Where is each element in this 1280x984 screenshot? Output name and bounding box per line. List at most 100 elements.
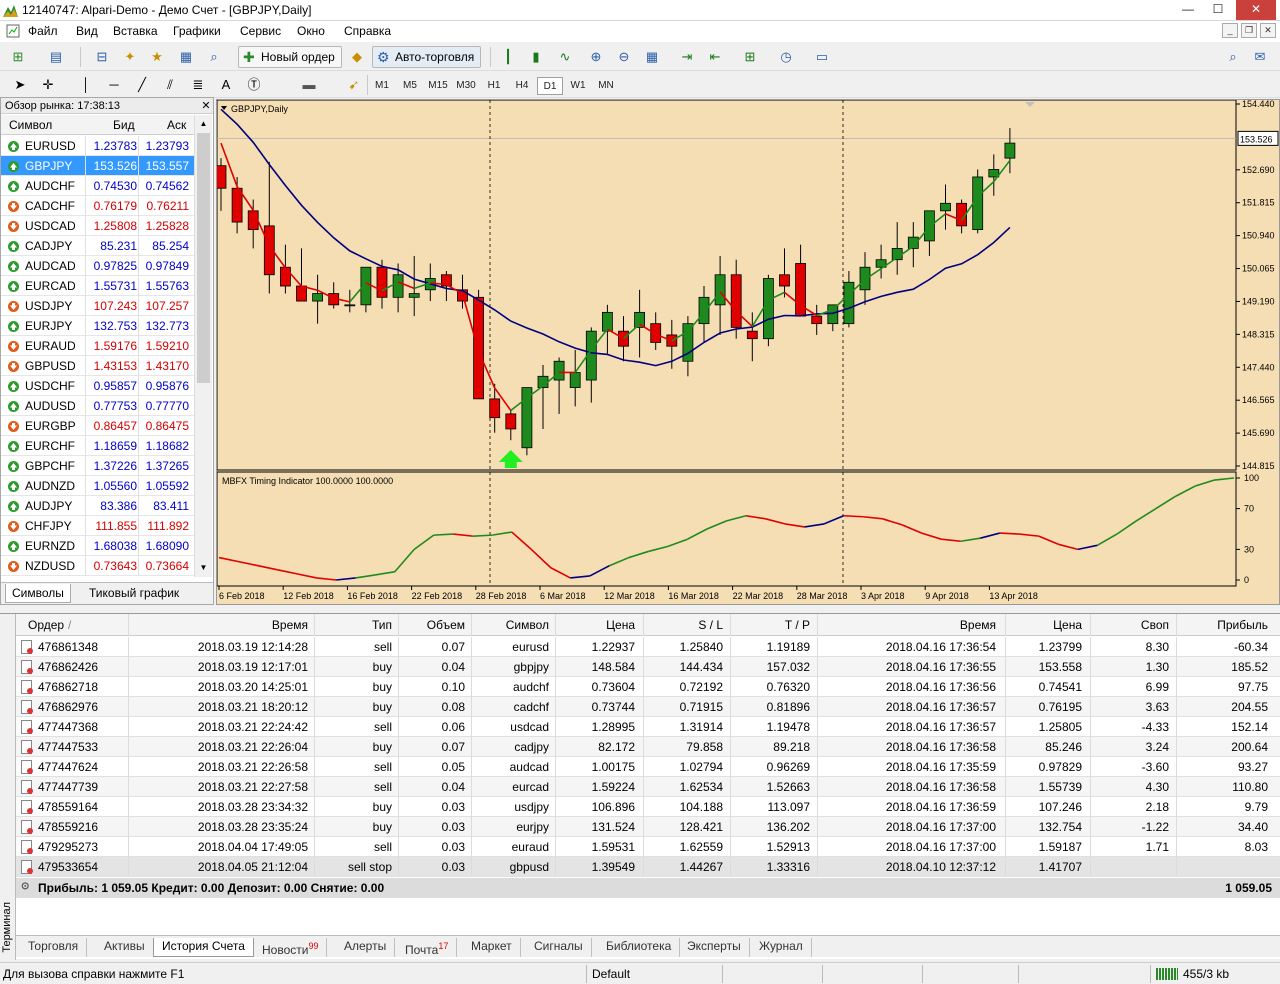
market-watch-row[interactable]: EURCHF 1.18659 1.18682 — [1, 436, 194, 456]
menu-file[interactable]: Файл — [28, 24, 58, 38]
terminal-tab[interactable]: Активы — [96, 938, 154, 957]
mdi-minimize-button[interactable]: _ — [1222, 23, 1238, 38]
menu-charts[interactable]: Графики — [173, 24, 221, 38]
mdi-close-button[interactable]: ✕ — [1260, 23, 1276, 38]
table-row[interactable]: 476862976 2018.03.21 18:20:12 buy 0.08 cadch… — [16, 697, 1280, 717]
terminal-icon[interactable]: ▦ — [176, 47, 196, 67]
timeframe-m5[interactable]: M5 — [397, 77, 423, 95]
market-watch-row[interactable]: EURJPY 132.753 132.773 — [1, 316, 194, 336]
terminal-tab[interactable]: Алерты — [336, 938, 396, 957]
timeframe-mn[interactable]: MN — [593, 77, 619, 95]
market-watch-scrollbar[interactable]: ▲ ▼ — [194, 115, 212, 577]
market-watch-row[interactable]: EURGBP 0.86457 0.86475 — [1, 416, 194, 436]
candlestick-icon[interactable]: ▮ — [526, 47, 546, 67]
tab-tick-chart[interactable]: Тиковый график — [83, 584, 185, 603]
text-icon[interactable]: A — [216, 75, 236, 95]
tab-symbols[interactable]: Символы — [5, 584, 71, 603]
market-watch-row[interactable]: CADCHF 0.76179 0.76211 — [1, 196, 194, 216]
market-watch-row[interactable]: USDCHF 0.95857 0.95876 — [1, 376, 194, 396]
column-header[interactable]: Время — [128, 618, 308, 632]
new-order-button[interactable]: ✚ Новый ордер — [238, 46, 342, 68]
terminal-tab[interactable]: Библиотека — [598, 938, 681, 957]
table-row[interactable]: 476862426 2018.03.19 12:17:01 buy 0.04 gbpjp… — [16, 657, 1280, 677]
scrollbar-thumb[interactable] — [197, 133, 210, 383]
table-row[interactable]: 477447739 2018.03.21 22:27:58 sell 0.04 eurc… — [16, 777, 1280, 797]
mdi-restore-button[interactable]: ❐ — [1241, 23, 1257, 38]
table-row[interactable]: 477447533 2018.03.21 22:26:04 buy 0.07 cadjp… — [16, 737, 1280, 757]
terminal-tab[interactable]: Журнал — [751, 938, 812, 957]
table-row[interactable]: 476862718 2018.03.20 14:25:01 buy 0.10 audch… — [16, 677, 1280, 697]
menu-window[interactable]: Окно — [297, 24, 325, 38]
market-watch-row[interactable]: GBPCHF 1.37226 1.37265 — [1, 456, 194, 476]
table-row[interactable]: 477447368 2018.03.21 22:24:42 sell 0.06 usdc… — [16, 717, 1280, 737]
market-watch-icon[interactable]: ⊟ — [92, 47, 112, 67]
autoscroll-icon[interactable]: ⇥ — [677, 47, 697, 67]
market-watch-row[interactable]: AUDJPY 83.386 83.411 — [1, 496, 194, 516]
timeframe-d1[interactable]: D1 — [537, 77, 563, 95]
timeframe-h1[interactable]: H1 — [481, 77, 507, 95]
close-button[interactable]: ✕ — [1236, 0, 1276, 20]
indicators-icon[interactable]: ⊞ — [740, 47, 760, 67]
market-watch-row[interactable]: AUDNZD 1.05560 1.05592 — [1, 476, 194, 496]
terminal-tab[interactable]: Торговля — [20, 938, 88, 957]
timeframe-m15[interactable]: M15 — [425, 77, 451, 95]
trendline-icon[interactable]: ╱ — [132, 75, 152, 95]
column-header[interactable]: T / P — [730, 618, 810, 632]
market-watch-row[interactable]: EURNZD 1.68038 1.68090 — [1, 536, 194, 556]
chart-window[interactable]: 154.440 153.526 152.690 151.815 150.940 150.0… — [215, 99, 1280, 605]
auto-trading-button[interactable]: ⚙ Авто-торговля — [372, 46, 482, 68]
menu-tools[interactable]: Сервис — [240, 24, 281, 38]
templates-icon[interactable]: ▭ — [812, 47, 832, 67]
search-icon[interactable]: ⌕ — [1223, 47, 1243, 67]
column-header[interactable]: Цена — [1005, 618, 1082, 632]
timeframe-h4[interactable]: H4 — [509, 77, 535, 95]
profiles-icon[interactable]: ▤ — [46, 47, 66, 67]
arrows-icon[interactable]: ➹ — [344, 75, 364, 95]
vertical-line-icon[interactable]: │ — [76, 75, 96, 95]
menu-view[interactable]: Вид — [76, 24, 98, 38]
market-watch-close-icon[interactable]: ✕ — [199, 98, 213, 114]
channel-icon[interactable]: ⫽ — [160, 75, 180, 95]
zoom-in-icon[interactable]: ⊕ — [586, 47, 606, 67]
text-label-icon[interactable]: Ⓣ — [244, 75, 264, 95]
table-row[interactable]: 476861348 2018.03.19 12:14:28 sell 0.07 euru… — [16, 637, 1280, 657]
terminal-tab[interactable]: Маркет — [463, 938, 521, 957]
terminal-tab[interactable]: История Счета — [153, 938, 254, 957]
table-row[interactable]: 477447624 2018.03.21 22:26:58 sell 0.05 audc… — [16, 757, 1280, 777]
scroll-down-icon[interactable]: ▼ — [197, 561, 210, 574]
timeframe-m1[interactable]: M1 — [369, 77, 395, 95]
data-window-icon[interactable]: ✦ — [120, 47, 140, 67]
column-header[interactable]: Тип — [314, 618, 392, 632]
tile-windows-icon[interactable]: ▦ — [642, 47, 662, 67]
market-watch-row[interactable]: GBPUSD 1.43153 1.43170 — [1, 356, 194, 376]
navigator-icon[interactable]: ★ — [147, 47, 167, 67]
column-header[interactable]: Ордер — [28, 618, 64, 632]
market-watch-row[interactable]: USDJPY 107.243 107.257 — [1, 296, 194, 316]
col-ask[interactable]: Аск — [167, 118, 186, 132]
periods-icon[interactable]: ◷ — [776, 47, 796, 67]
horizontal-line-icon[interactable]: ─ — [104, 75, 124, 95]
column-header[interactable]: Цена — [555, 618, 635, 632]
terminal-tab[interactable]: Эксперты — [679, 938, 750, 957]
rectangle-icon[interactable]: ▬ — [299, 75, 319, 95]
market-watch-row[interactable]: CADJPY 85.231 85.254 — [1, 236, 194, 256]
price-chart[interactable]: 154.440 153.526 152.690 151.815 150.940 150.0… — [215, 99, 1279, 604]
market-watch-row[interactable]: EURAUD 1.59176 1.59210 — [1, 336, 194, 356]
table-row[interactable]: 478559164 2018.03.28 23:34:32 buy 0.03 usdjp… — [16, 797, 1280, 817]
cursor-icon[interactable]: ➤ — [10, 75, 30, 95]
minimize-button[interactable]: — — [1174, 0, 1202, 20]
terminal-tab[interactable]: Сигналы — [526, 938, 592, 957]
strategy-tester-icon[interactable]: ⌕ — [204, 47, 224, 67]
timeframe-m30[interactable]: M30 — [453, 77, 479, 95]
line-chart-icon[interactable]: ∿ — [555, 47, 575, 67]
market-watch-row[interactable]: EURCAD 1.55731 1.55763 — [1, 276, 194, 296]
market-watch-row[interactable]: AUDUSD 0.77753 0.77770 — [1, 396, 194, 416]
col-symbol[interactable]: Символ — [9, 118, 52, 132]
market-watch-row[interactable]: EURUSD 1.23783 1.23793 — [1, 136, 194, 156]
column-header[interactable]: Прибыль — [1176, 618, 1268, 632]
zoom-out-icon[interactable]: ⊖ — [614, 47, 634, 67]
column-header[interactable]: S / L — [643, 618, 723, 632]
menu-insert[interactable]: Вставка — [113, 24, 158, 38]
col-bid[interactable]: Бид — [113, 118, 135, 132]
table-row[interactable]: 479533654 2018.04.05 21:12:04 sell stop 0.0… — [16, 857, 1280, 877]
